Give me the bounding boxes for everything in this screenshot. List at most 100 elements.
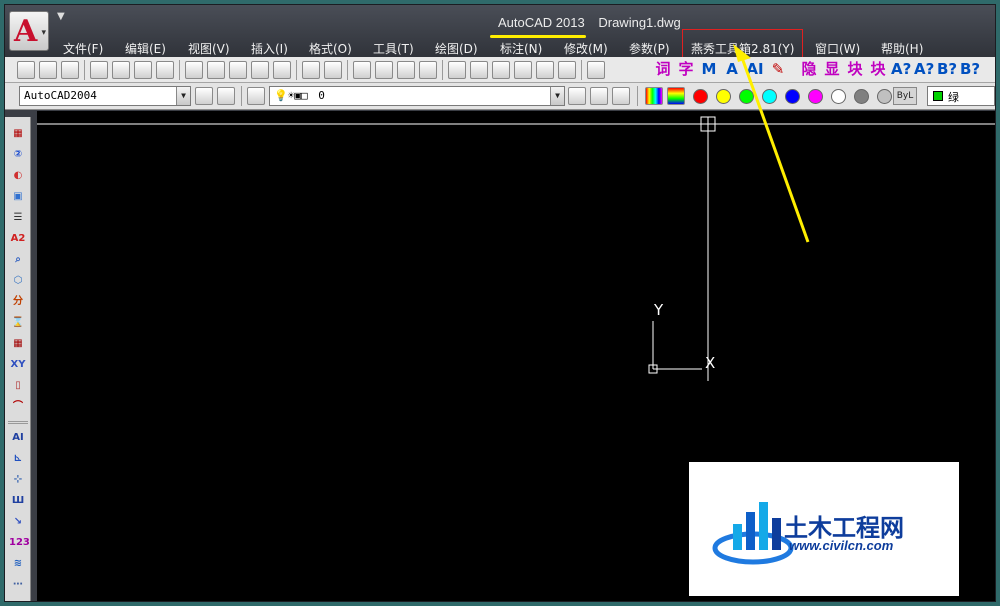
- yanxiu-tool-button[interactable]: 字: [676, 59, 696, 79]
- match-properties-icon[interactable]: [251, 61, 269, 79]
- yanxiu-tool-button[interactable]: 隐: [799, 59, 819, 79]
- zoom-window-icon[interactable]: [397, 61, 415, 79]
- menu-insert[interactable]: 插入(I): [251, 40, 288, 57]
- cut-icon[interactable]: [185, 61, 203, 79]
- yanxiu-tool-button[interactable]: M: [699, 59, 719, 79]
- measure-icon[interactable]: ②: [9, 146, 27, 163]
- sheet-set-icon[interactable]: [514, 61, 532, 79]
- color-swatch[interactable]: [785, 89, 800, 104]
- copy-icon[interactable]: [207, 61, 225, 79]
- tool-palettes-icon[interactable]: [492, 61, 510, 79]
- zoom-realtime-icon[interactable]: [375, 61, 393, 79]
- menu-tools[interactable]: 工具(T): [373, 40, 414, 57]
- menu-modify[interactable]: 修改(M): [564, 40, 608, 57]
- coordinates-icon[interactable]: ⊹: [9, 471, 27, 488]
- yanxiu-tool-button[interactable]: AI: [745, 59, 765, 79]
- yanxiu-tool-button[interactable]: B?: [937, 59, 957, 79]
- layer-icon[interactable]: ◐: [9, 167, 27, 184]
- quick-access-dropdown-icon[interactable]: ▼: [57, 11, 65, 22]
- color-palette-icon[interactable]: [645, 87, 663, 105]
- table-icon[interactable]: ▦: [9, 125, 27, 142]
- grid-icon[interactable]: ▦: [9, 335, 27, 352]
- hourglass-icon[interactable]: ⌛: [9, 314, 27, 331]
- properties-icon[interactable]: [448, 61, 466, 79]
- undo-icon[interactable]: [302, 61, 320, 79]
- mirror-icon[interactable]: ▯: [9, 377, 27, 394]
- yanxiu-tool-button[interactable]: 块: [868, 59, 888, 79]
- color-swatch[interactable]: [808, 89, 823, 104]
- menu-window[interactable]: 窗口(W): [815, 40, 860, 57]
- paste-icon[interactable]: [229, 61, 247, 79]
- color-swatch[interactable]: [831, 89, 846, 104]
- layer-split-icon[interactable]: 分: [9, 293, 27, 310]
- zoom-previous-icon[interactable]: [419, 61, 437, 79]
- yanxiu-tool-button[interactable]: 块: [845, 59, 865, 79]
- list-icon[interactable]: ☰: [9, 209, 27, 226]
- chevron-down-icon[interactable]: ▼: [550, 87, 564, 105]
- yanxiu-tool-button[interactable]: A: [722, 59, 742, 79]
- menu-file[interactable]: 文件(F): [63, 40, 103, 57]
- menu-format[interactable]: 格式(O): [309, 40, 352, 57]
- dimension-icon[interactable]: ⊾: [9, 450, 27, 467]
- yanxiu-tool-button[interactable]: 词: [653, 59, 673, 79]
- calculator-icon[interactable]: [558, 61, 576, 79]
- make-current-layer-icon[interactable]: [568, 87, 586, 105]
- xy-icon[interactable]: XY: [9, 356, 27, 373]
- workspace-select[interactable]: AutoCAD2004 ▼: [19, 86, 191, 106]
- redo-icon[interactable]: [324, 61, 342, 79]
- help-icon[interactable]: [587, 61, 605, 79]
- layer-manager-icon[interactable]: [247, 87, 265, 105]
- bylayer-button[interactable]: ByL: [893, 87, 917, 105]
- text-ai-icon[interactable]: AI: [9, 429, 27, 446]
- save-icon[interactable]: [61, 61, 79, 79]
- chevron-down-icon[interactable]: ▼: [176, 87, 190, 105]
- yanxiu-tool-button[interactable]: B?: [960, 59, 980, 79]
- layer-combo[interactable]: 💡☀▣□ 0 ▼: [269, 86, 565, 106]
- more-icon[interactable]: ⋯: [9, 576, 27, 593]
- menu-view[interactable]: 视图(V): [188, 40, 230, 57]
- new-icon[interactable]: [17, 61, 35, 79]
- search-icon[interactable]: ⌕: [9, 251, 27, 268]
- open-icon[interactable]: [39, 61, 57, 79]
- file-name: Drawing1.dwg: [598, 15, 681, 30]
- menu-help[interactable]: 帮助(H): [881, 40, 923, 57]
- block-editor-icon[interactable]: [273, 61, 291, 79]
- yanxiu-tool-button[interactable]: 显: [822, 59, 842, 79]
- toolbar-separator: [637, 86, 638, 106]
- print-preview-icon[interactable]: [112, 61, 130, 79]
- arrow-icon[interactable]: ↘: [9, 513, 27, 530]
- fillet-icon[interactable]: ⌒: [9, 398, 27, 415]
- workspace-settings-icon[interactable]: [195, 87, 213, 105]
- color-swatch[interactable]: [877, 89, 892, 104]
- align-icon[interactable]: ▣: [9, 188, 27, 205]
- layer-states-icon[interactable]: [217, 87, 235, 105]
- yanxiu-tool-button[interactable]: A?: [914, 59, 934, 79]
- beam-icon[interactable]: Ш: [9, 492, 27, 509]
- level-icon[interactable]: ≋: [9, 555, 27, 572]
- print-icon[interactable]: [90, 61, 108, 79]
- color-swatch[interactable]: [739, 89, 754, 104]
- menu-edit[interactable]: 编辑(E): [125, 40, 166, 57]
- menu-draw[interactable]: 绘图(D): [435, 40, 478, 57]
- menu-parametric[interactable]: 参数(P): [629, 40, 670, 57]
- publish-icon[interactable]: [156, 61, 174, 79]
- plot-icon[interactable]: [134, 61, 152, 79]
- color-swatch[interactable]: [716, 89, 731, 104]
- numbering-icon[interactable]: 123: [9, 534, 30, 551]
- color-swatch[interactable]: [762, 89, 777, 104]
- layer-previous-icon[interactable]: [590, 87, 608, 105]
- layer-walk-icon[interactable]: [612, 87, 630, 105]
- design-center-icon[interactable]: [470, 61, 488, 79]
- 3d-box-icon[interactable]: ⬡: [9, 272, 27, 289]
- text-a2-icon[interactable]: A2: [9, 230, 27, 247]
- color-swatch[interactable]: [693, 89, 708, 104]
- yanxiu-tool-button[interactable]: A?: [891, 59, 911, 79]
- pan-icon[interactable]: [353, 61, 371, 79]
- color-combo[interactable]: 绿: [927, 86, 995, 106]
- color-swatch[interactable]: [854, 89, 869, 104]
- markup-icon[interactable]: [536, 61, 554, 79]
- application-menu-button[interactable]: A ▾: [9, 11, 49, 51]
- menu-dimension[interactable]: 标注(N): [500, 40, 542, 57]
- color-bar-icon[interactable]: [667, 87, 685, 105]
- yanxiu-tool-button[interactable]: ✎: [768, 59, 788, 79]
